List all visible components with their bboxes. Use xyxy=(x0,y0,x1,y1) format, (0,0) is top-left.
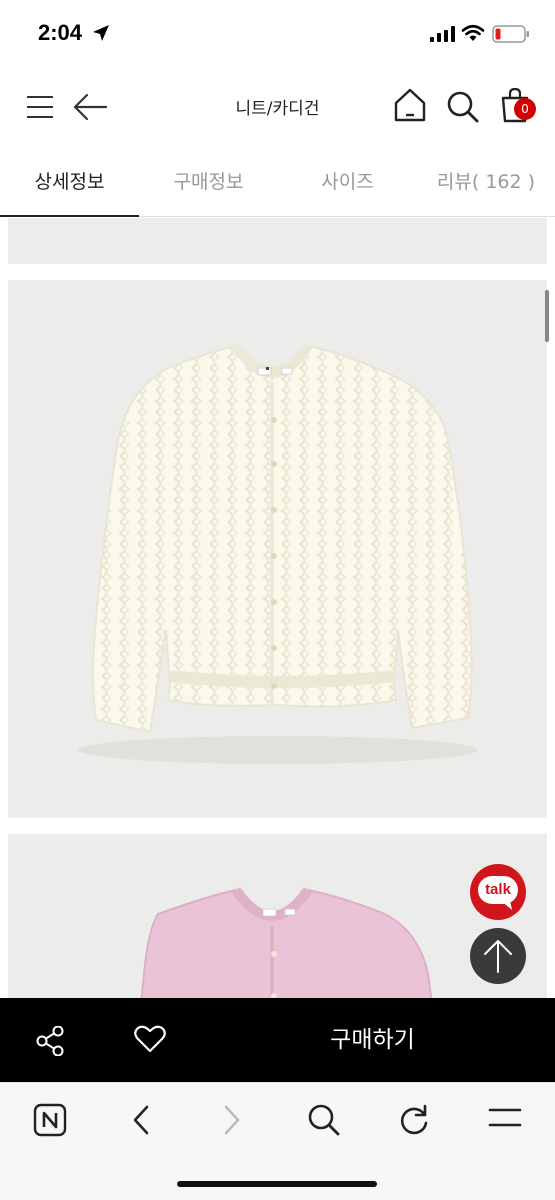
tab-purchase-info[interactable]: 구매정보 xyxy=(139,167,278,194)
app-header: 니트/카디건 0 xyxy=(0,70,555,145)
chevron-right-icon[interactable] xyxy=(221,1103,243,1137)
active-tab-indicator xyxy=(0,215,139,217)
arrow-up-icon xyxy=(484,940,512,973)
talk-label: talk xyxy=(485,881,511,898)
status-time: 2:04 xyxy=(38,20,83,45)
tab-size[interactable]: 사이즈 xyxy=(278,167,417,194)
wifi-icon xyxy=(461,24,485,41)
purchase-action-bar: 구매하기 xyxy=(0,998,555,1082)
signal-icon xyxy=(430,26,455,42)
heart-icon[interactable] xyxy=(134,1025,166,1053)
tab-detail-info[interactable]: 상세정보 xyxy=(0,167,139,194)
cart-count-badge: 0 xyxy=(514,98,536,120)
chevron-left-icon[interactable] xyxy=(130,1103,152,1137)
hamburger-icon[interactable] xyxy=(488,1103,522,1133)
scroll-top-button[interactable] xyxy=(470,928,526,984)
scrollbar[interactable] xyxy=(545,290,549,342)
browser-search-icon[interactable] xyxy=(307,1103,341,1137)
browser-toolbar xyxy=(0,1082,555,1200)
product-image-ivory-cardigan xyxy=(8,280,547,818)
naver-icon[interactable] xyxy=(33,1103,67,1137)
product-image-strip xyxy=(8,218,547,264)
search-icon[interactable] xyxy=(446,90,480,124)
buy-button[interactable]: 구매하기 xyxy=(190,998,555,1082)
status-bar: 2:04 xyxy=(0,0,555,70)
location-arrow-icon xyxy=(93,25,109,41)
battery-icon xyxy=(492,25,529,43)
home-icon[interactable] xyxy=(392,87,428,123)
detail-tabs: 상세정보 구매정보 사이즈 리뷰( 162 ) xyxy=(0,145,555,217)
tab-reviews[interactable]: 리뷰( 162 ) xyxy=(417,167,555,194)
pink-cardigan-shape xyxy=(140,887,433,998)
product-image-pink-cardigan xyxy=(8,834,547,998)
ivory-cardigan-shape xyxy=(92,343,473,734)
talk-chat-button[interactable]: talk xyxy=(470,864,526,920)
home-indicator xyxy=(177,1181,377,1187)
share-icon[interactable] xyxy=(36,1026,64,1056)
reload-icon[interactable] xyxy=(398,1103,430,1137)
